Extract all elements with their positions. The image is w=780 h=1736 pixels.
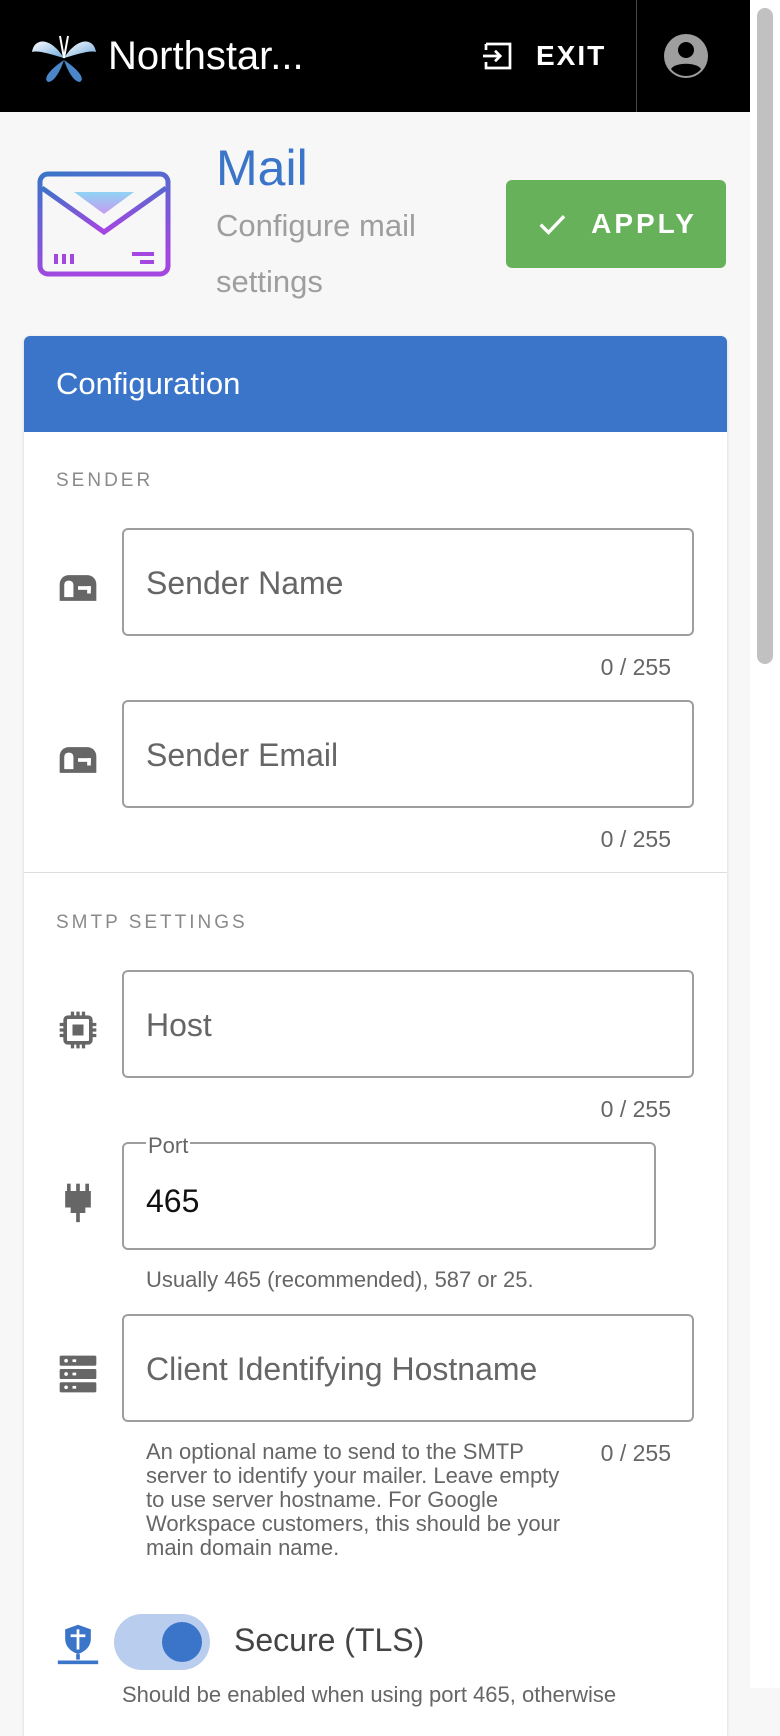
toggle-knob (162, 1622, 202, 1662)
check-icon (539, 215, 566, 235)
port-label: Port (146, 1133, 191, 1158)
smtp-section-label: SMTP SETTINGS (56, 912, 248, 933)
network-shield-icon (57, 1624, 99, 1665)
client-hostname-hint: An optional name to send to the SMTP ser… (146, 1439, 561, 1560)
card-header: Configuration (24, 336, 727, 432)
host-placeholder: Host (146, 1007, 212, 1043)
mailbox-icon (59, 575, 97, 601)
port-value: 465 (146, 1183, 200, 1219)
sender-email-placeholder: Sender Email (146, 737, 339, 773)
scrollbar-thumb[interactable] (757, 8, 773, 664)
sender-name-counter: 0 / 255 (600, 654, 671, 680)
exit-icon (483, 42, 512, 70)
client-hostname-placeholder: Client Identifying Hostname (146, 1351, 538, 1387)
sender-section-label: SENDER (56, 470, 154, 491)
apply-label: APPLY (591, 208, 697, 239)
top-app-bar: Northstar... EXIT (0, 0, 750, 112)
port-hint: Usually 465 (recommended), 587 or 25. (146, 1267, 534, 1292)
sender-email-counter: 0 / 255 (600, 826, 671, 852)
port-field[interactable]: Port 465 (122, 1134, 656, 1250)
secure-tls-toggle[interactable] (114, 1614, 210, 1670)
exit-label: EXIT (536, 40, 607, 71)
sender-email-field[interactable]: Sender Email (122, 700, 694, 808)
secure-tls-label: Secure (TLS) (234, 1622, 425, 1658)
mailbox-icon (59, 747, 97, 773)
page-title: Mail (216, 140, 308, 196)
client-hostname-field[interactable]: Client Identifying Hostname (122, 1314, 694, 1422)
host-counter: 0 / 255 (600, 1096, 671, 1122)
secure-tls-hint: Should be enabled when using port 465, o… (122, 1682, 617, 1707)
mail-envelope-icon (37, 171, 171, 277)
section-divider (24, 872, 727, 873)
exit-button[interactable]: EXIT (480, 30, 606, 82)
sender-name-placeholder: Sender Name (146, 565, 344, 601)
client-hostname-counter: 0 / 255 (600, 1440, 671, 1466)
app-title: Northstar... (108, 34, 304, 78)
sender-name-field[interactable]: Sender Name (122, 528, 694, 636)
account-circle-icon[interactable] (662, 32, 710, 80)
configuration-card: Configuration SENDER Sender Name 0 / 255… (24, 336, 727, 1736)
server-icon (59, 1355, 97, 1393)
topbar-divider (636, 0, 637, 112)
butterfly-logo-icon (32, 35, 96, 82)
ethernet-port-icon (65, 1183, 91, 1223)
page-subtitle: Configure mail settings (216, 208, 416, 299)
chip-icon (59, 1011, 97, 1049)
host-field[interactable]: Host (122, 970, 694, 1078)
apply-button[interactable]: APPLY (506, 180, 726, 268)
card-title: Configuration (56, 366, 241, 401)
